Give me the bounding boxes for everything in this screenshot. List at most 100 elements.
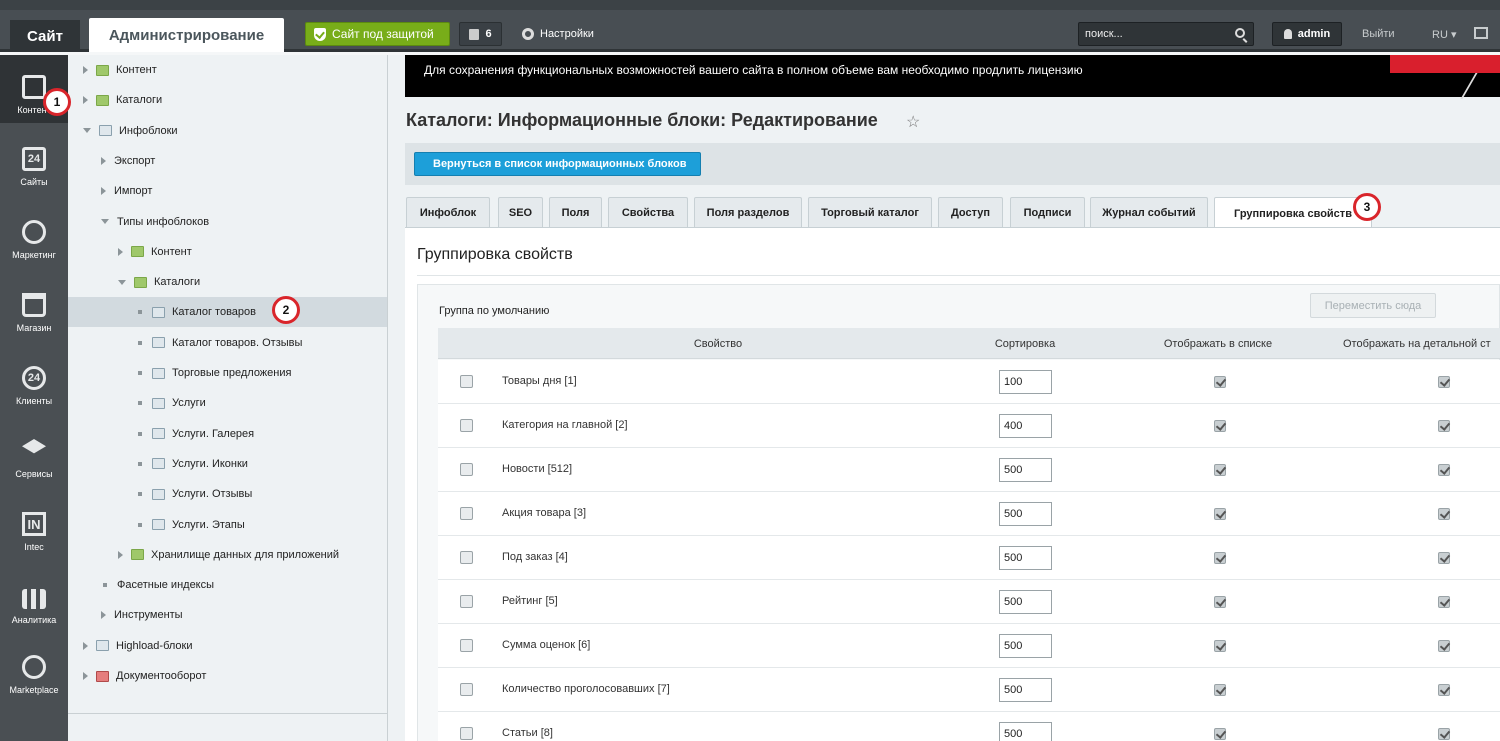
iconbar-item-6[interactable]: IN Intec — [0, 492, 68, 560]
tree-item[interactable]: Услуги. Галерея — [68, 419, 387, 449]
search-input[interactable] — [1079, 23, 1229, 45]
tree-item[interactable]: Каталог товаров — [68, 297, 387, 328]
show-in-list-checkbox[interactable] — [1214, 464, 1226, 476]
settings-link[interactable]: Настройки — [522, 22, 594, 46]
expand-arrow-icon[interactable] — [101, 219, 109, 224]
iconbar-item-1[interactable]: 24 Сайты — [0, 127, 68, 195]
iconbar-item-7[interactable]: Аналитика — [0, 565, 68, 633]
row-select-checkbox[interactable] — [460, 727, 473, 740]
show-in-list-checkbox[interactable] — [1214, 728, 1226, 740]
iconbar-item-4[interactable]: 24 Клиенты — [0, 346, 68, 414]
favorite-star-icon[interactable]: ☆ — [906, 112, 920, 132]
sort-input[interactable] — [999, 370, 1052, 394]
show-in-detail-checkbox[interactable] — [1438, 552, 1450, 564]
tree-item[interactable]: Инструменты — [68, 600, 387, 630]
show-in-detail-checkbox[interactable] — [1438, 508, 1450, 520]
tree-item[interactable]: Highload-блоки — [68, 631, 387, 661]
expand-arrow-icon[interactable] — [83, 96, 88, 105]
sort-input[interactable] — [999, 458, 1052, 482]
show-in-detail-checkbox[interactable] — [1438, 596, 1450, 608]
menu-icon[interactable] — [1474, 27, 1488, 39]
expand-arrow-icon[interactable] — [118, 279, 126, 285]
row-select-checkbox[interactable] — [460, 463, 473, 476]
show-in-list-checkbox[interactable] — [1214, 684, 1226, 696]
tree-item[interactable]: Услуги. Иконки — [68, 449, 387, 479]
sort-input[interactable] — [999, 634, 1052, 658]
row-select-checkbox[interactable] — [460, 375, 473, 388]
row-select-checkbox[interactable] — [460, 507, 473, 520]
iconbar-item-2[interactable]: Маркетинг — [0, 200, 68, 268]
sort-input[interactable] — [999, 590, 1052, 614]
banner-red-button[interactable] — [1390, 55, 1500, 73]
tab-2[interactable]: Поля — [549, 197, 602, 228]
tab-1[interactable]: SEO — [498, 197, 543, 228]
show-in-list-checkbox[interactable] — [1214, 508, 1226, 520]
show-in-list-checkbox[interactable] — [1214, 596, 1226, 608]
tree-item[interactable]: Контент — [68, 55, 387, 85]
search-icon[interactable] — [1235, 28, 1245, 38]
tree-item[interactable]: Услуги — [68, 388, 387, 418]
show-in-list-checkbox[interactable] — [1214, 640, 1226, 652]
tree-item[interactable]: Каталоги — [68, 85, 387, 115]
expand-arrow-icon[interactable] — [101, 187, 106, 196]
sort-input[interactable] — [999, 722, 1052, 741]
expand-arrow-icon[interactable] — [101, 611, 106, 620]
tree-item[interactable]: Экспорт — [68, 146, 387, 176]
tab-5[interactable]: Торговый каталог — [808, 197, 932, 228]
move-here-button[interactable]: Переместить сюда — [1310, 293, 1436, 318]
row-select-checkbox[interactable] — [460, 595, 473, 608]
tab-7[interactable]: Подписи — [1010, 197, 1085, 228]
iconbar-item-3[interactable]: Магазин — [0, 273, 68, 341]
tree-item[interactable]: Документооборот — [68, 661, 387, 691]
tab-6[interactable]: Доступ — [938, 197, 1003, 228]
sort-input[interactable] — [999, 546, 1052, 570]
sort-input[interactable] — [999, 678, 1052, 702]
site-protection-button[interactable]: Сайт под защитой — [305, 22, 450, 46]
row-select-checkbox[interactable] — [460, 683, 473, 696]
tree-item[interactable]: Типы инфоблоков — [68, 207, 387, 237]
iconbar-item-8[interactable]: Marketplace — [0, 635, 68, 703]
tab-3[interactable]: Свойства — [608, 197, 688, 228]
iconbar-item-5[interactable]: Сервисы — [0, 419, 68, 487]
tab-8[interactable]: Журнал событий — [1090, 197, 1208, 228]
tree-item[interactable]: Каталоги — [68, 267, 387, 297]
show-in-list-checkbox[interactable] — [1214, 552, 1226, 564]
tree-item[interactable]: Хранилище данных для приложений — [68, 540, 387, 570]
show-in-list-checkbox[interactable] — [1214, 420, 1226, 432]
tree-item[interactable]: Каталог товаров. Отзывы — [68, 328, 387, 358]
site-tab[interactable]: Сайт — [10, 20, 80, 52]
tab-9[interactable]: Группировка свойств — [1214, 197, 1372, 230]
expand-arrow-icon[interactable] — [83, 641, 88, 650]
expand-arrow-icon[interactable] — [118, 550, 123, 559]
show-in-detail-checkbox[interactable] — [1438, 684, 1450, 696]
language-selector[interactable]: RU ▾ — [1432, 28, 1456, 41]
tree-item[interactable]: Инфоблоки — [68, 116, 387, 146]
row-select-checkbox[interactable] — [460, 639, 473, 652]
tab-4[interactable]: Поля разделов — [694, 197, 802, 228]
row-select-checkbox[interactable] — [460, 551, 473, 564]
show-in-detail-checkbox[interactable] — [1438, 728, 1450, 740]
tab-0[interactable]: Инфоблок — [406, 197, 490, 228]
notifications-button[interactable]: 6 — [459, 22, 502, 46]
tree-item[interactable]: Услуги. Отзывы — [68, 479, 387, 509]
logout-link[interactable]: Выйти — [1362, 28, 1395, 40]
show-in-detail-checkbox[interactable] — [1438, 420, 1450, 432]
tree-item[interactable]: Фасетные индексы — [68, 570, 387, 600]
show-in-detail-checkbox[interactable] — [1438, 464, 1450, 476]
sort-input[interactable] — [999, 502, 1052, 526]
back-to-list-button[interactable]: Вернуться в список информационных блоков — [414, 152, 701, 176]
row-select-checkbox[interactable] — [460, 419, 473, 432]
show-in-list-checkbox[interactable] — [1214, 376, 1226, 388]
expand-arrow-icon[interactable] — [118, 247, 123, 256]
tree-item[interactable]: Импорт — [68, 176, 387, 206]
sort-input[interactable] — [999, 414, 1052, 438]
user-button[interactable]: admin — [1272, 22, 1342, 46]
show-in-detail-checkbox[interactable] — [1438, 640, 1450, 652]
expand-arrow-icon[interactable] — [83, 66, 88, 74]
expand-arrow-icon[interactable] — [83, 128, 91, 134]
expand-arrow-icon[interactable] — [83, 672, 88, 680]
show-in-detail-checkbox[interactable] — [1438, 376, 1450, 388]
admin-tab[interactable]: Администрирование — [89, 18, 284, 52]
tree-item[interactable]: Услуги. Этапы — [68, 510, 387, 540]
expand-arrow-icon[interactable] — [101, 156, 106, 165]
